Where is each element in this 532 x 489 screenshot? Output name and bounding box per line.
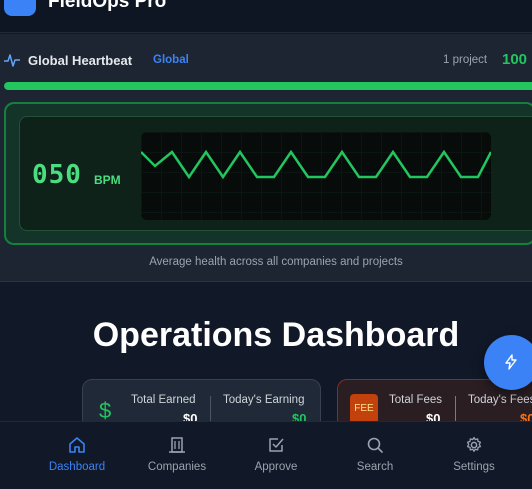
building-icon: [169, 437, 185, 453]
bpm-value: 050: [32, 160, 82, 190]
quick-action-button[interactable]: [484, 335, 532, 390]
nav-label-approve: Approve: [254, 461, 298, 473]
ecg-waveform: [141, 132, 491, 220]
nav-item-companies[interactable]: Companies: [127, 422, 227, 489]
todays-earning-label: Today's Earning: [223, 394, 305, 406]
heartbeat-scope-link[interactable]: Global: [153, 54, 189, 66]
nav-label-companies: Companies: [147, 461, 207, 473]
health-progress-bar: [4, 82, 532, 90]
heartbeat-score: 100: [502, 51, 528, 68]
bottom-nav: Dashboard Companies Approve Search Setti…: [0, 421, 532, 489]
app-title: FieldOps Pro: [48, 0, 167, 12]
nav-item-approve[interactable]: Approve: [226, 422, 326, 489]
pulse-icon: [4, 54, 20, 67]
app-logo-icon: [4, 0, 36, 16]
nav-item-dashboard[interactable]: Dashboard: [27, 422, 127, 489]
project-count: 1 project: [443, 54, 488, 66]
total-earned-label: Total Earned: [131, 394, 196, 406]
heartbeat-monitor: 050 BPM: [4, 102, 532, 245]
check-square-icon: [269, 438, 284, 452]
nav-item-settings[interactable]: Settings: [424, 422, 524, 489]
total-fees-label: Total Fees: [389, 394, 443, 406]
gear-icon: [466, 436, 482, 452]
heartbeat-panel: Global Heartbeat Global 1 project 100 05…: [0, 34, 532, 282]
ecg-screen: [141, 132, 491, 220]
lightning-icon: [505, 354, 517, 370]
fee-icon: FEE: [350, 394, 378, 424]
bpm-unit: BPM: [94, 173, 121, 187]
heartbeat-monitor-inner: 050 BPM: [19, 116, 532, 231]
page-title: Operations Dashboard: [92, 316, 460, 354]
app-header: FieldOps Pro: [0, 0, 532, 33]
heartbeat-header: Global Heartbeat Global 1 project 100: [0, 34, 532, 86]
nav-label-dashboard: Dashboard: [48, 461, 106, 473]
todays-fees-label: Today's Fees: [468, 394, 532, 406]
health-progress-fill: [4, 82, 532, 90]
search-icon: [367, 437, 383, 453]
home-icon: [69, 437, 85, 453]
nav-label-settings: Settings: [453, 461, 495, 473]
nav-label-search: Search: [356, 461, 394, 473]
heartbeat-caption: Average health across all companies and …: [149, 256, 403, 268]
menu-icon[interactable]: [518, 0, 530, 8]
nav-item-search[interactable]: Search: [325, 422, 425, 489]
heartbeat-title: Global Heartbeat: [28, 53, 133, 68]
